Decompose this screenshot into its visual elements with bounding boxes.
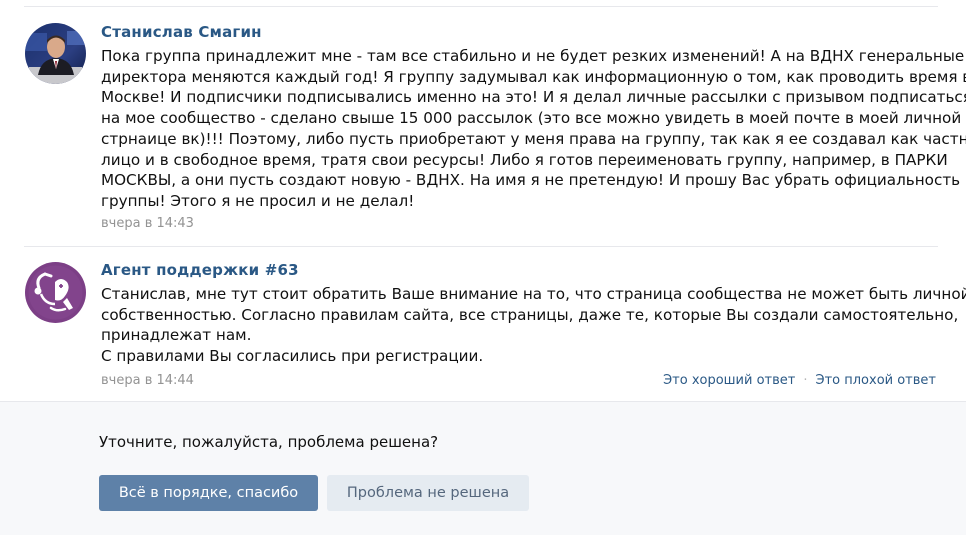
message-text-line: МОСКВЫ, а они пусть создают новую - ВДНХ… (101, 171, 961, 190)
answer-rating-actions: Это хороший ответ · Это плохой ответ (663, 372, 936, 390)
support-agent-avatar-icon (25, 262, 86, 323)
message-divider (24, 246, 938, 247)
problem-not-solved-button[interactable]: Проблема не решена (327, 475, 529, 511)
message-text-line: на мое сообщество - сделано свыше 15 000… (101, 109, 962, 128)
message-author[interactable]: Агент поддержки #63 (101, 258, 299, 282)
message-text-line: лицо и в свободное время, тратя свои рес… (101, 150, 948, 169)
message-text-line: директора меняются каждый год! Я группу … (101, 67, 966, 86)
message-text-line: стрнаице вк)!!! Поэтому, либо пусть прио… (101, 129, 966, 148)
user-avatar[interactable] (25, 23, 86, 84)
message-timestamp[interactable]: вчера в 14:44 (101, 372, 194, 390)
message-text-line: С правилами Вы согласились при регистрац… (101, 347, 484, 366)
message-text-line: принадлежат нам. (101, 326, 252, 345)
top-divider (24, 6, 938, 7)
message-text-line: Станислав, мне тут стоит обратить Ваше в… (101, 285, 966, 303)
message-text-line: Москве! И подписчики подписывались именн… (101, 88, 966, 107)
separator-dot: · (803, 373, 808, 388)
message-text-line: группы! Этого я не просил и не делал! (101, 191, 415, 210)
resolution-question: Уточните, пожалуйста, проблема решена? (99, 433, 439, 451)
message-timestamp[interactable]: вчера в 14:43 (101, 215, 194, 233)
problem-solved-button[interactable]: Всё в порядке, спасибо (99, 475, 318, 511)
message-text: Станислав, мне тут стоит обратить Ваше в… (101, 284, 966, 367)
resolution-footer: Уточните, пожалуйста, проблема решена? В… (0, 401, 966, 535)
bad-answer-link[interactable]: Это плохой ответ (816, 373, 937, 388)
message-author[interactable]: Станислав Смагин (101, 20, 262, 44)
message-text-line: Пока группа принадлежит мне - там все ст… (101, 47, 965, 65)
good-answer-link[interactable]: Это хороший ответ (663, 373, 795, 388)
support-avatar[interactable] (25, 262, 86, 323)
message-text: Пока группа принадлежит мне - там все ст… (101, 46, 966, 212)
message-text-line: собственностью. Согласно правилам сайта,… (101, 305, 959, 324)
user-photo-avatar-icon (25, 23, 86, 84)
